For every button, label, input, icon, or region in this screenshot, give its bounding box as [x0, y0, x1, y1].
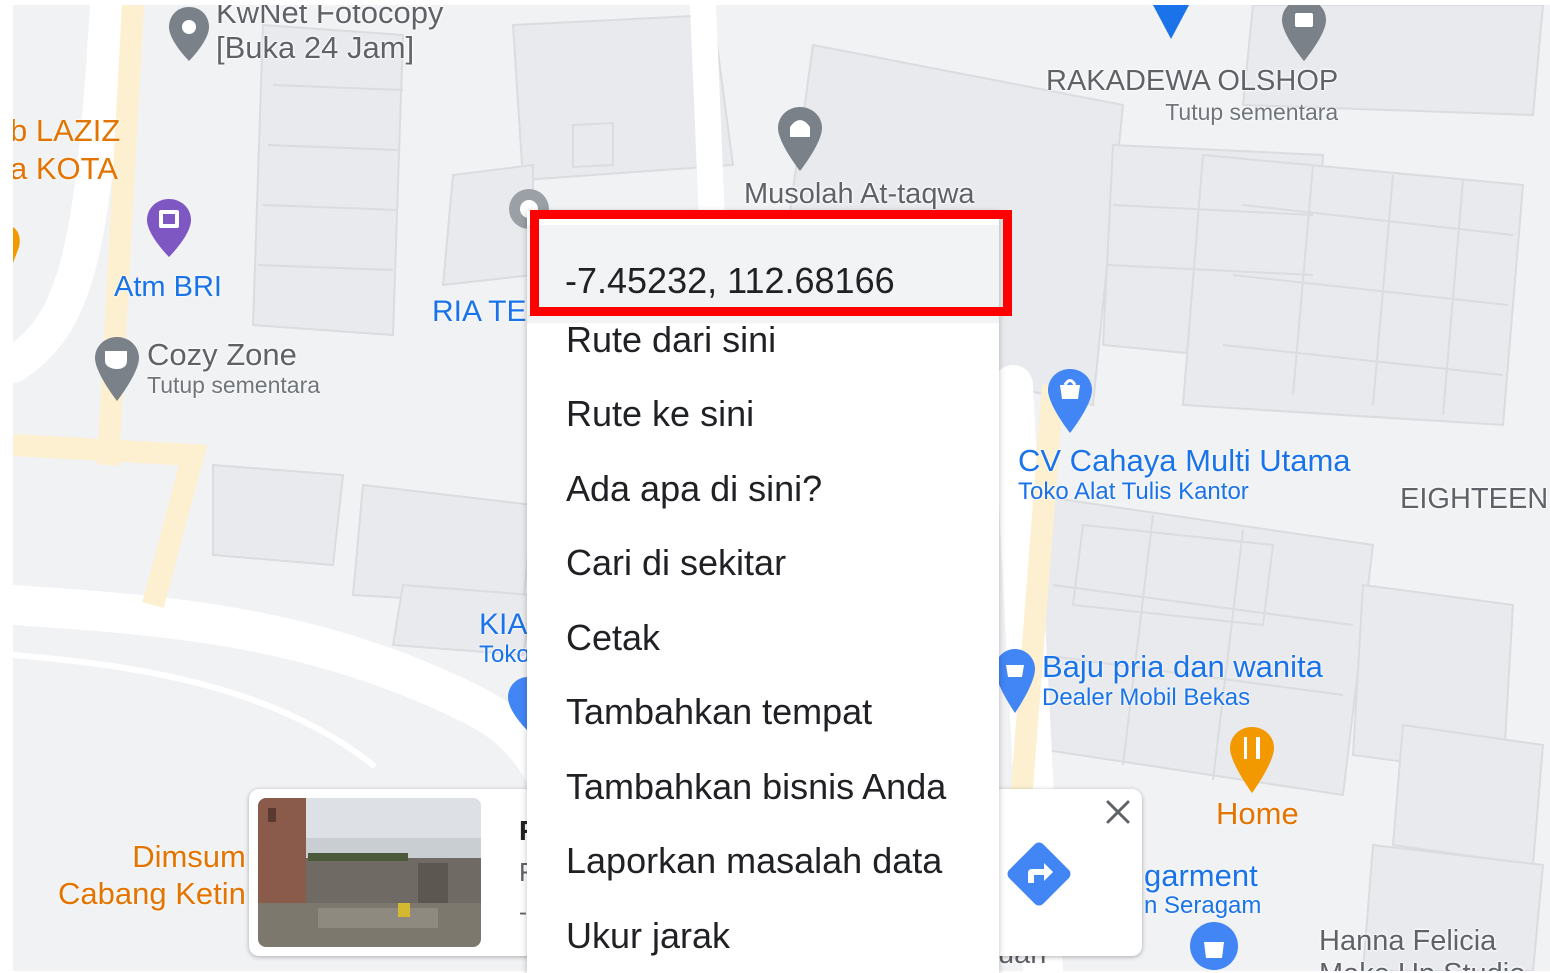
menu-item-add-place[interactable]: Tambahkan tempat: [527, 672, 999, 746]
cafe-pin-icon[interactable]: [93, 335, 141, 405]
place-label-rakadewa[interactable]: RAKADEWA OLSHOP Tutup sementara: [1046, 67, 1338, 124]
menu-item-report-data[interactable]: Laporkan masalah data: [527, 821, 999, 895]
place-category: Dealer Mobil Bekas: [1042, 684, 1251, 711]
place-label-cv-cahaya[interactable]: CV Cahaya Multi Utama Toko Alat Tulis Ka…: [1018, 445, 1351, 504]
place-name: Dimsum: [132, 839, 246, 874]
map-context-menu: -7.45232, 112.68166 Rute dari sini Rute …: [527, 210, 999, 973]
place-label-atm-bri[interactable]: Atm BRI: [114, 273, 222, 302]
place-label-baju[interactable]: Baju pria dan wanita Dealer Mobil Bekas: [1042, 651, 1323, 710]
menu-item-add-business[interactable]: Tambahkan bisnis Anda: [527, 747, 999, 821]
place-name: Hanna Felicia: [1319, 925, 1497, 957]
place-category: Toko: [479, 641, 530, 668]
place-name: Cozy Zone: [147, 337, 297, 372]
directions-button[interactable]: [1004, 839, 1074, 909]
place-name: KwNet Fotocopy: [216, 5, 444, 30]
place-name-line2: a KOTA: [13, 151, 118, 186]
menu-item-route-to[interactable]: Rute ke sini: [527, 374, 999, 448]
place-name: CV Cahaya Multi Utama: [1018, 443, 1351, 478]
place-label-kia[interactable]: KIA Toko: [479, 610, 530, 667]
mosque-pin-icon[interactable]: [776, 105, 824, 175]
place-name: garment: [1144, 858, 1258, 893]
place-status: Tutup sementara: [1165, 99, 1339, 125]
menu-item-measure-distance[interactable]: Ukur jarak: [527, 896, 999, 970]
place-label-cozy-zone[interactable]: Cozy Zone Tutup sementara: [147, 339, 320, 397]
menu-item-label: Laporkan masalah data: [566, 840, 943, 881]
menu-item-route-from[interactable]: Rute dari sini: [527, 300, 999, 374]
place-label-kwnet[interactable]: KwNet Fotocopy [Buka 24 Jam]: [216, 5, 443, 63]
place-category: Toko Alat Tulis Kantor: [1018, 478, 1249, 505]
orange-pin-edge-icon[interactable]: [13, 227, 21, 263]
navigation-pin-icon[interactable]: [1149, 5, 1193, 41]
menu-item-label: Tambahkan tempat: [566, 691, 873, 732]
menu-item-whats-here[interactable]: Ada apa di sini?: [527, 449, 999, 523]
card-detail: -: [519, 899, 527, 926]
close-button[interactable]: [1105, 799, 1131, 825]
place-status: Tutup sementara: [147, 372, 321, 398]
menu-item-label: Cetak: [566, 617, 661, 658]
menu-item-print[interactable]: Cetak: [527, 598, 999, 672]
shopping-blue-pin-2-icon[interactable]: [993, 647, 1037, 717]
place-name: KIA: [479, 608, 528, 641]
place-photo[interactable]: [258, 798, 481, 947]
coordinates-text: -7.45232, 112.68166: [565, 260, 895, 301]
menu-item-label: Ada apa di sini?: [566, 468, 823, 509]
place-name: Baju pria dan wanita: [1042, 649, 1323, 684]
close-icon: [1106, 800, 1130, 824]
place-label-laziz[interactable]: b LAZIZ a KOTA: [13, 115, 120, 184]
shopping-blue-pin-icon[interactable]: [1046, 367, 1094, 437]
place-label-home[interactable]: Home: [1216, 798, 1299, 829]
place-name-line2: Make Up Studio: [1319, 960, 1525, 972]
menu-item-label: Ukur jarak: [566, 915, 731, 956]
place-label-garment[interactable]: garment n Seragam: [1144, 860, 1261, 918]
directions-icon: [1007, 842, 1071, 906]
menu-item-label: Tambahkan bisnis Anda: [566, 766, 947, 807]
place-label-eighteen[interactable]: EIGHTEEN: [1400, 485, 1548, 514]
pin-grey-icon[interactable]: [166, 5, 212, 63]
menu-item-search-nearby[interactable]: Cari di sekitar: [527, 523, 999, 597]
place-name: b LAZIZ: [13, 113, 121, 148]
place-name-line2: [Buka 24 Jam]: [216, 30, 415, 65]
place-category: n Seragam: [1144, 892, 1262, 919]
place-label-ria[interactable]: RIA TE: [432, 297, 526, 327]
photo-image: [258, 798, 481, 947]
shopping-blue-pin-3-icon[interactable]: [1189, 920, 1239, 971]
place-label-hanna[interactable]: Hanna Felicia Make Up Studio: [1319, 925, 1525, 972]
place-name-line2: Cabang Ketin: [58, 876, 246, 911]
menu-item-label: Rute ke sini: [566, 393, 755, 434]
shopping-pin-icon[interactable]: [1280, 5, 1328, 63]
menu-item-label: Cari di sekitar: [566, 542, 787, 583]
place-name: RAKADEWA OLSHOP: [1046, 65, 1339, 97]
place-label-dimsum[interactable]: Dimsum Cabang Ketin: [58, 841, 246, 909]
restaurant-pin-icon[interactable]: [1227, 725, 1277, 797]
place-label-musolah[interactable]: Musolah At-taqwa: [744, 180, 975, 209]
atm-pin-icon[interactable]: [145, 197, 193, 259]
menu-item-label: Rute dari sini: [566, 319, 777, 360]
